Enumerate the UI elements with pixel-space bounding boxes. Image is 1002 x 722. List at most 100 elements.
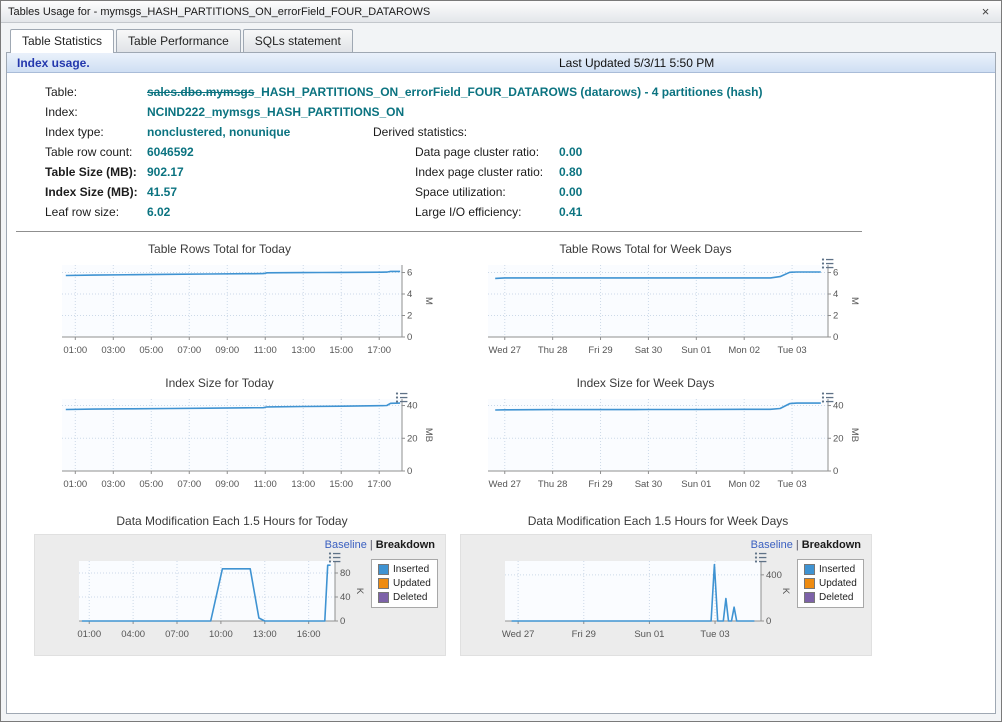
tab-table-statistics[interactable]: Table Statistics [10,29,114,53]
baseline-link[interactable]: Baseline [325,539,367,551]
chart-index-size-today: Index Size for Today 02040MB01:0003:0005… [34,376,460,500]
svg-text:01:00: 01:00 [63,479,87,490]
legend-item-deleted[interactable]: Deleted [378,592,431,603]
links-separator: | [370,539,373,551]
svg-text:11:00: 11:00 [254,479,277,490]
chart-menu-icon[interactable] [395,391,408,404]
chart-menu-icon[interactable] [328,551,341,564]
data-mod-week-block: Data Modification Each 1.5 Hours for Wee… [460,514,886,656]
tab-table-performance[interactable]: Table Performance [116,29,241,52]
close-icon[interactable]: × [977,4,994,20]
svg-text:M: M [423,297,434,305]
index-page-cluster-ratio-value: 0.80 [559,165,582,179]
table-row-count-row: Table row count: 6046592 Data page clust… [45,142,995,162]
leaf-row-size-label: Leaf row size: [45,205,147,219]
tab-sqls-statement[interactable]: SQLs statement [243,29,353,52]
index-page-cluster-ratio-label: Index page cluster ratio: [415,165,559,179]
legend-label: Deleted [393,592,427,603]
svg-text:09:00: 09:00 [215,345,239,356]
svg-text:Thu 28: Thu 28 [538,479,568,490]
leaf-row-size-value: 6.02 [147,205,373,219]
svg-text:20: 20 [407,433,418,444]
legend-swatch [378,564,389,575]
chart-legend: Inserted Updated Deleted [371,559,438,608]
svg-text:04:00: 04:00 [121,629,145,640]
chart-table-rows-week: Table Rows Total for Week Days 0246MWed … [460,242,886,366]
svg-text:Wed 27: Wed 27 [502,629,535,640]
table-rows-week-chart: 0246MWed 27Thu 28Fri 29Sat 30Sun 01Mon 0… [460,259,880,361]
svg-text:40: 40 [340,592,351,603]
legend-item-updated[interactable]: Updated [378,578,431,589]
svg-text:4: 4 [833,289,838,300]
table-rows-today-chart: 0246M01:0003:0005:0007:0009:0011:0013:00… [34,259,454,361]
legend-item-inserted[interactable]: Inserted [378,564,431,575]
chart-title: Data Modification Each 1.5 Hours for Tod… [34,514,460,534]
svg-text:Fri 29: Fri 29 [572,629,596,640]
panel-body: 04080K01:0004:0007:0010:0013:0016:00 Ins… [35,553,445,652]
svg-text:01:00: 01:00 [63,345,87,356]
index-size-today-chart: 02040MB01:0003:0005:0007:0009:0011:0013:… [34,393,454,495]
legend-swatch [804,564,815,575]
legend-swatch [378,578,389,589]
baseline-link[interactable]: Baseline [751,539,793,551]
breakdown-link[interactable]: Breakdown [376,539,435,551]
data-modification-grid: Data Modification Each 1.5 Hours for Tod… [7,510,995,656]
svg-text:40: 40 [833,401,844,412]
chart-menu-icon[interactable] [821,391,834,404]
svg-text:0: 0 [833,332,838,343]
view-links: Baseline|Breakdown [35,535,445,553]
chart-table-rows-today: Table Rows Total for Today 0246M01:0003:… [34,242,460,366]
svg-text:Sun 01: Sun 01 [681,479,711,490]
data-mod-today-chart: 04080K01:0004:0007:0010:0013:0016:00 [39,553,371,647]
chart-menu-icon[interactable] [754,551,767,564]
legend-label: Updated [819,578,857,589]
svg-text:Wed 27: Wed 27 [488,345,521,356]
data-mod-week-panel: Baseline|Breakdown 0400KWed 27Fri 29Sun … [460,534,872,656]
index-row: Index: NCIND222_mymsgs_HASH_PARTITIONS_O… [45,102,995,122]
index-size-value: 41.57 [147,185,373,199]
svg-text:Sun 01: Sun 01 [634,629,664,640]
chart-area: 0400KWed 27Fri 29Sun 01Tue 03 [465,553,797,652]
table-row: Table: sales.dbo.mymsgs_HASH_PARTITIONS_… [45,82,995,102]
data-mod-today-panel: Baseline|Breakdown 04080K01:0004:0007:00… [34,534,446,656]
tables-usage-window: Tables Usage for - mymsgs_HASH_PARTITION… [0,0,1002,722]
svg-text:20: 20 [833,433,844,444]
table-value: sales.dbo.mymsgs_HASH_PARTITIONS_ON_erro… [147,85,762,99]
chart-title: Data Modification Each 1.5 Hours for Wee… [460,514,886,534]
svg-text:2: 2 [833,311,838,322]
svg-text:Sun 01: Sun 01 [681,345,711,356]
legend-item-updated[interactable]: Updated [804,578,857,589]
window-title: Tables Usage for - mymsgs_HASH_PARTITION… [8,6,977,18]
breakdown-link[interactable]: Breakdown [802,539,861,551]
data-page-cluster-ratio-label: Data page cluster ratio: [415,145,559,159]
svg-text:Wed 27: Wed 27 [488,479,521,490]
svg-text:Mon 02: Mon 02 [728,479,760,490]
chart-menu-icon[interactable] [821,257,834,270]
svg-text:01:00: 01:00 [77,629,101,640]
index-usage-panel: Table: sales.dbo.mymsgs_HASH_PARTITIONS_… [7,73,995,226]
table-size-row: Table Size (MB): 902.17 Index page clust… [45,162,995,182]
svg-text:09:00: 09:00 [215,479,239,490]
data-page-cluster-ratio-value: 0.00 [559,145,582,159]
svg-text:0: 0 [340,616,345,627]
index-type-row: Index type: nonclustered, nonunique Deri… [45,122,995,142]
svg-text:80: 80 [340,568,351,579]
index-type-label: Index type: [45,125,147,139]
index-size-week-chart: 02040MBWed 27Thu 28Fri 29Sat 30Sun 01Mon… [460,393,880,495]
svg-text:15:00: 15:00 [329,345,353,356]
svg-text:6: 6 [407,268,412,279]
chart-legend: Inserted Updated Deleted [797,559,864,608]
svg-text:13:00: 13:00 [291,479,315,490]
large-io-efficiency-value: 0.41 [559,205,582,219]
svg-text:10:00: 10:00 [209,629,233,640]
svg-text:4: 4 [407,289,412,300]
legend-label: Updated [393,578,431,589]
table-size-label: Table Size (MB): [45,165,147,179]
svg-text:17:00: 17:00 [367,345,391,356]
svg-text:07:00: 07:00 [177,479,201,490]
legend-item-inserted[interactable]: Inserted [804,564,857,575]
svg-text:Thu 28: Thu 28 [538,345,568,356]
table-size-value: 902.17 [147,165,373,179]
legend-item-deleted[interactable]: Deleted [804,592,857,603]
svg-text:K: K [354,588,365,595]
